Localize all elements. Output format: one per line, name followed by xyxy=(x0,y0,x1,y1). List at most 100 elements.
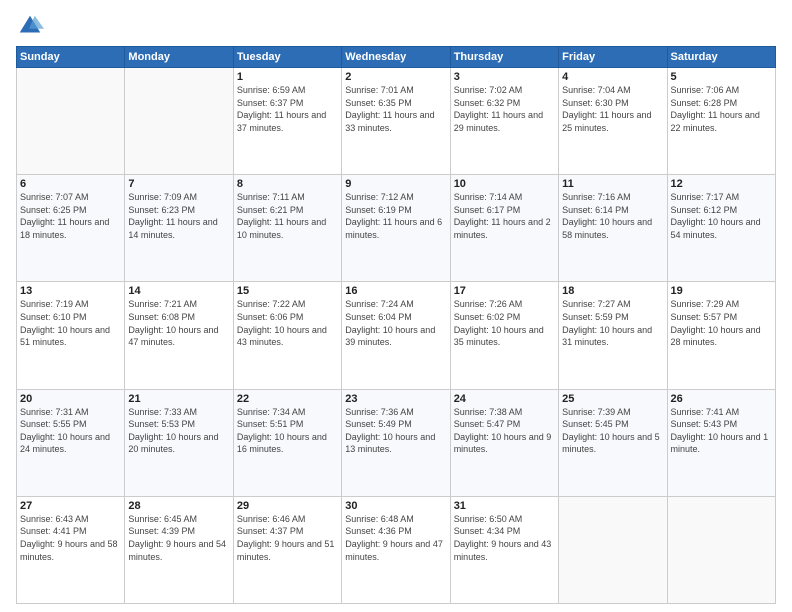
calendar-cell xyxy=(17,68,125,175)
day-number: 13 xyxy=(20,285,121,297)
day-info: Sunrise: 7:19 AM Sunset: 6:10 PM Dayligh… xyxy=(20,298,121,348)
calendar-cell: 29Sunrise: 6:46 AM Sunset: 4:37 PM Dayli… xyxy=(233,496,341,603)
day-info: Sunrise: 6:59 AM Sunset: 6:37 PM Dayligh… xyxy=(237,84,338,134)
weekday-header-wednesday: Wednesday xyxy=(342,47,450,68)
day-number: 5 xyxy=(671,71,772,83)
day-number: 15 xyxy=(237,285,338,297)
day-info: Sunrise: 7:21 AM Sunset: 6:08 PM Dayligh… xyxy=(128,298,229,348)
calendar-cell: 10Sunrise: 7:14 AM Sunset: 6:17 PM Dayli… xyxy=(450,175,558,282)
day-number: 16 xyxy=(345,285,446,297)
day-number: 19 xyxy=(671,285,772,297)
day-number: 21 xyxy=(128,393,229,405)
calendar-cell: 3Sunrise: 7:02 AM Sunset: 6:32 PM Daylig… xyxy=(450,68,558,175)
day-info: Sunrise: 7:12 AM Sunset: 6:19 PM Dayligh… xyxy=(345,191,446,241)
day-info: Sunrise: 7:26 AM Sunset: 6:02 PM Dayligh… xyxy=(454,298,555,348)
calendar-cell: 12Sunrise: 7:17 AM Sunset: 6:12 PM Dayli… xyxy=(667,175,775,282)
calendar-cell: 8Sunrise: 7:11 AM Sunset: 6:21 PM Daylig… xyxy=(233,175,341,282)
day-info: Sunrise: 7:07 AM Sunset: 6:25 PM Dayligh… xyxy=(20,191,121,241)
calendar-cell: 14Sunrise: 7:21 AM Sunset: 6:08 PM Dayli… xyxy=(125,282,233,389)
day-info: Sunrise: 7:39 AM Sunset: 5:45 PM Dayligh… xyxy=(562,406,663,456)
day-number: 28 xyxy=(128,500,229,512)
day-number: 29 xyxy=(237,500,338,512)
calendar-cell: 2Sunrise: 7:01 AM Sunset: 6:35 PM Daylig… xyxy=(342,68,450,175)
calendar-cell: 1Sunrise: 6:59 AM Sunset: 6:37 PM Daylig… xyxy=(233,68,341,175)
weekday-header-sunday: Sunday xyxy=(17,47,125,68)
day-number: 26 xyxy=(671,393,772,405)
calendar-cell: 27Sunrise: 6:43 AM Sunset: 4:41 PM Dayli… xyxy=(17,496,125,603)
calendar-cell: 22Sunrise: 7:34 AM Sunset: 5:51 PM Dayli… xyxy=(233,389,341,496)
day-info: Sunrise: 6:43 AM Sunset: 4:41 PM Dayligh… xyxy=(20,513,121,563)
day-number: 12 xyxy=(671,178,772,190)
day-number: 14 xyxy=(128,285,229,297)
day-info: Sunrise: 7:04 AM Sunset: 6:30 PM Dayligh… xyxy=(562,84,663,134)
day-info: Sunrise: 7:11 AM Sunset: 6:21 PM Dayligh… xyxy=(237,191,338,241)
logo-icon xyxy=(16,12,44,40)
calendar-cell xyxy=(125,68,233,175)
calendar-cell: 24Sunrise: 7:38 AM Sunset: 5:47 PM Dayli… xyxy=(450,389,558,496)
day-number: 25 xyxy=(562,393,663,405)
calendar-cell: 11Sunrise: 7:16 AM Sunset: 6:14 PM Dayli… xyxy=(559,175,667,282)
calendar-cell xyxy=(559,496,667,603)
day-info: Sunrise: 7:29 AM Sunset: 5:57 PM Dayligh… xyxy=(671,298,772,348)
week-row-2: 6Sunrise: 7:07 AM Sunset: 6:25 PM Daylig… xyxy=(17,175,776,282)
weekday-header-saturday: Saturday xyxy=(667,47,775,68)
calendar-cell xyxy=(667,496,775,603)
day-number: 22 xyxy=(237,393,338,405)
calendar-cell: 21Sunrise: 7:33 AM Sunset: 5:53 PM Dayli… xyxy=(125,389,233,496)
day-info: Sunrise: 6:48 AM Sunset: 4:36 PM Dayligh… xyxy=(345,513,446,563)
day-info: Sunrise: 7:14 AM Sunset: 6:17 PM Dayligh… xyxy=(454,191,555,241)
day-info: Sunrise: 7:33 AM Sunset: 5:53 PM Dayligh… xyxy=(128,406,229,456)
day-number: 24 xyxy=(454,393,555,405)
calendar-cell: 6Sunrise: 7:07 AM Sunset: 6:25 PM Daylig… xyxy=(17,175,125,282)
day-info: Sunrise: 7:02 AM Sunset: 6:32 PM Dayligh… xyxy=(454,84,555,134)
calendar-cell: 16Sunrise: 7:24 AM Sunset: 6:04 PM Dayli… xyxy=(342,282,450,389)
day-info: Sunrise: 7:27 AM Sunset: 5:59 PM Dayligh… xyxy=(562,298,663,348)
day-number: 8 xyxy=(237,178,338,190)
weekday-header-tuesday: Tuesday xyxy=(233,47,341,68)
day-number: 1 xyxy=(237,71,338,83)
weekday-header-monday: Monday xyxy=(125,47,233,68)
day-info: Sunrise: 6:50 AM Sunset: 4:34 PM Dayligh… xyxy=(454,513,555,563)
day-info: Sunrise: 7:16 AM Sunset: 6:14 PM Dayligh… xyxy=(562,191,663,241)
day-number: 11 xyxy=(562,178,663,190)
calendar-cell: 28Sunrise: 6:45 AM Sunset: 4:39 PM Dayli… xyxy=(125,496,233,603)
day-number: 20 xyxy=(20,393,121,405)
day-info: Sunrise: 6:46 AM Sunset: 4:37 PM Dayligh… xyxy=(237,513,338,563)
calendar-cell: 17Sunrise: 7:26 AM Sunset: 6:02 PM Dayli… xyxy=(450,282,558,389)
day-info: Sunrise: 7:31 AM Sunset: 5:55 PM Dayligh… xyxy=(20,406,121,456)
calendar-cell: 9Sunrise: 7:12 AM Sunset: 6:19 PM Daylig… xyxy=(342,175,450,282)
day-number: 2 xyxy=(345,71,446,83)
calendar-cell: 20Sunrise: 7:31 AM Sunset: 5:55 PM Dayli… xyxy=(17,389,125,496)
day-info: Sunrise: 7:01 AM Sunset: 6:35 PM Dayligh… xyxy=(345,84,446,134)
header xyxy=(16,12,776,40)
calendar-table: SundayMondayTuesdayWednesdayThursdayFrid… xyxy=(16,46,776,604)
calendar-cell: 5Sunrise: 7:06 AM Sunset: 6:28 PM Daylig… xyxy=(667,68,775,175)
day-info: Sunrise: 7:24 AM Sunset: 6:04 PM Dayligh… xyxy=(345,298,446,348)
day-number: 7 xyxy=(128,178,229,190)
day-info: Sunrise: 7:41 AM Sunset: 5:43 PM Dayligh… xyxy=(671,406,772,456)
day-info: Sunrise: 6:45 AM Sunset: 4:39 PM Dayligh… xyxy=(128,513,229,563)
calendar-cell: 30Sunrise: 6:48 AM Sunset: 4:36 PM Dayli… xyxy=(342,496,450,603)
day-info: Sunrise: 7:38 AM Sunset: 5:47 PM Dayligh… xyxy=(454,406,555,456)
week-row-3: 13Sunrise: 7:19 AM Sunset: 6:10 PM Dayli… xyxy=(17,282,776,389)
day-number: 30 xyxy=(345,500,446,512)
calendar-cell: 26Sunrise: 7:41 AM Sunset: 5:43 PM Dayli… xyxy=(667,389,775,496)
day-number: 6 xyxy=(20,178,121,190)
day-info: Sunrise: 7:17 AM Sunset: 6:12 PM Dayligh… xyxy=(671,191,772,241)
calendar-cell: 15Sunrise: 7:22 AM Sunset: 6:06 PM Dayli… xyxy=(233,282,341,389)
calendar-cell: 7Sunrise: 7:09 AM Sunset: 6:23 PM Daylig… xyxy=(125,175,233,282)
day-number: 4 xyxy=(562,71,663,83)
weekday-header-row: SundayMondayTuesdayWednesdayThursdayFrid… xyxy=(17,47,776,68)
day-number: 9 xyxy=(345,178,446,190)
week-row-1: 1Sunrise: 6:59 AM Sunset: 6:37 PM Daylig… xyxy=(17,68,776,175)
day-info: Sunrise: 7:22 AM Sunset: 6:06 PM Dayligh… xyxy=(237,298,338,348)
calendar-cell: 25Sunrise: 7:39 AM Sunset: 5:45 PM Dayli… xyxy=(559,389,667,496)
page: SundayMondayTuesdayWednesdayThursdayFrid… xyxy=(0,0,792,612)
calendar-cell: 31Sunrise: 6:50 AM Sunset: 4:34 PM Dayli… xyxy=(450,496,558,603)
logo xyxy=(16,12,48,40)
week-row-5: 27Sunrise: 6:43 AM Sunset: 4:41 PM Dayli… xyxy=(17,496,776,603)
day-number: 3 xyxy=(454,71,555,83)
weekday-header-friday: Friday xyxy=(559,47,667,68)
day-info: Sunrise: 7:09 AM Sunset: 6:23 PM Dayligh… xyxy=(128,191,229,241)
day-info: Sunrise: 7:06 AM Sunset: 6:28 PM Dayligh… xyxy=(671,84,772,134)
